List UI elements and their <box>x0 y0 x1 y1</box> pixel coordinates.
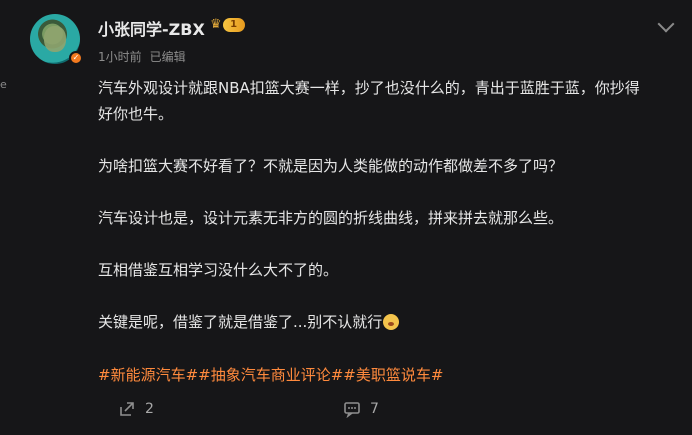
share-count: 2 <box>145 401 154 417</box>
weibo-post-card: e ✓ 小张同学-ZBX ♛ 1 1小时前 已编辑 汽车外观设计就跟NBA扣篮大赛… <box>0 0 692 435</box>
post-paragraph-2: 为啥扣篮大赛不好看了？不就是因为人类能做的动作都做差不多了吗？ <box>98 157 564 175</box>
edited-label[interactable]: 已编辑 <box>150 50 186 64</box>
comment-count: 7 <box>370 401 379 417</box>
topic-tags[interactable]: #新能源汽车##抽象汽车商业评论##美职篮说车# <box>98 364 443 385</box>
post-paragraph-4: 互相借鉴互相学习没什么大不了的。 <box>98 261 339 279</box>
comment-button[interactable]: 7 <box>343 400 379 418</box>
post-paragraph-5: 关键是呢，借鉴了就是借鉴了...别不认就行 <box>98 309 400 335</box>
crown-icon: ♛ <box>210 17 222 32</box>
avatar-image-face <box>44 26 66 52</box>
post-time[interactable]: 1小时前 <box>98 50 142 64</box>
share-icon <box>120 402 134 416</box>
post-paragraph-1-cont: 好你也牛。 <box>98 105 174 123</box>
emoji-icon <box>383 314 400 330</box>
post-actions: 2 7 <box>0 400 692 424</box>
chevron-down-icon[interactable] <box>657 15 675 33</box>
member-level: 1 <box>222 18 245 32</box>
post-paragraph-3: 汽车设计也是，设计元素无非方的圆的折线曲线，拼来拼去就那么些。 <box>98 209 564 227</box>
user-name-link[interactable]: 小张同学-ZBX <box>98 16 205 40</box>
left-edge-text: e <box>0 78 7 91</box>
member-badge[interactable]: ♛ 1 <box>210 17 245 33</box>
post-paragraph-5-text: 关键是呢，借鉴了就是借鉴了...别不认就行 <box>98 313 383 331</box>
verified-badge-icon: ✓ <box>69 51 83 65</box>
post-meta: 1小时前 已编辑 <box>98 48 186 65</box>
comment-icon <box>344 402 360 418</box>
post-paragraph-1: 汽车外观设计就跟NBA扣篮大赛一样，抄了也没什么的，青出于蓝胜于蓝，你抄得 <box>98 79 640 97</box>
share-button[interactable]: 2 <box>118 400 154 418</box>
